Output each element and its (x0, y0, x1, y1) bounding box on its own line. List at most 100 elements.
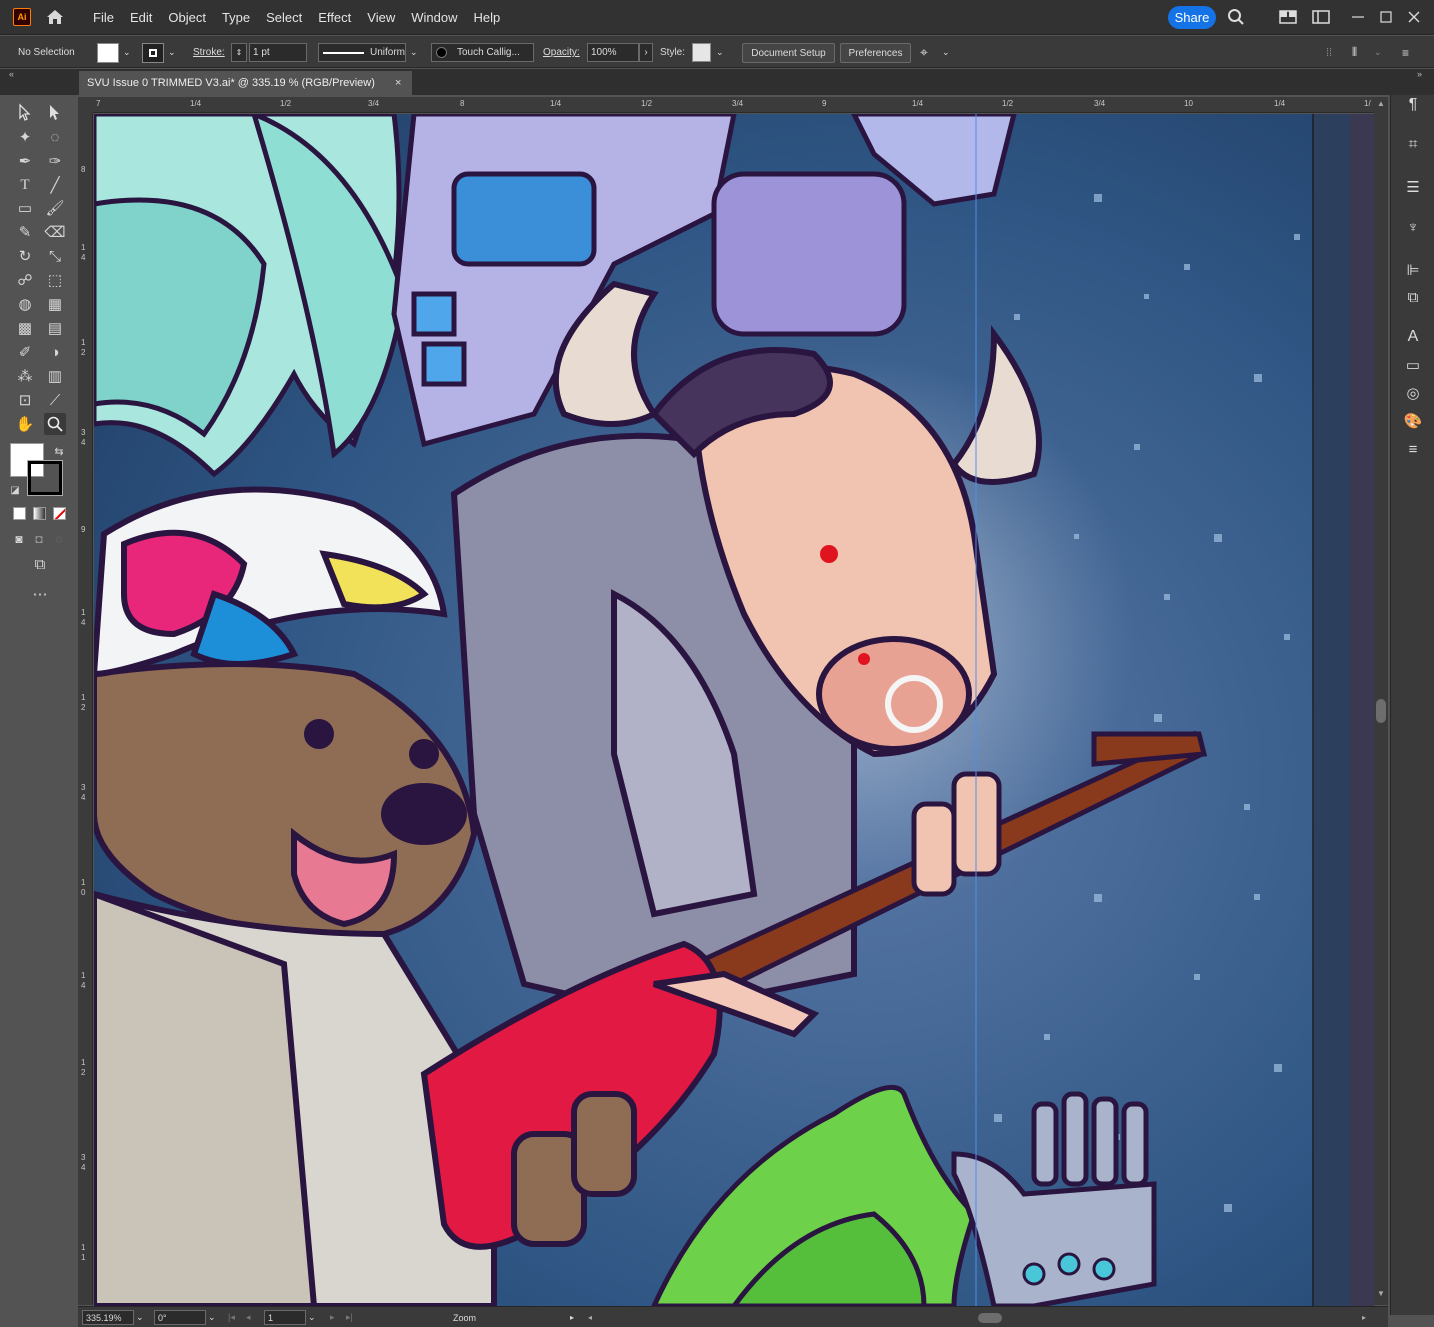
scroll-left-icon[interactable]: ◂ (588, 1310, 592, 1325)
character-icon[interactable]: A (1403, 327, 1423, 347)
vertical-ruler[interactable]: 814123491412341014123411 (78, 113, 93, 1305)
pathfinder-icon[interactable]: ⧉ (1403, 287, 1423, 307)
first-artboard-icon[interactable]: |◂ (228, 1310, 235, 1325)
menu-file[interactable]: File (85, 0, 122, 35)
scroll-down-icon[interactable]: ▼ (1377, 1289, 1385, 1298)
menu-view[interactable]: View (359, 0, 403, 35)
opacity-field[interactable]: 100% (587, 43, 639, 62)
next-artboard-icon[interactable]: ▸ (330, 1310, 335, 1325)
rotation-field[interactable]: 0° (154, 1310, 206, 1325)
chevron-down-icon[interactable]: ⌄ (942, 43, 950, 62)
horizontal-scroll-thumb[interactable] (978, 1313, 1002, 1323)
fill-swatch[interactable] (97, 43, 119, 63)
direct-selection-tool-icon[interactable] (44, 101, 66, 123)
menu-select[interactable]: Select (258, 0, 310, 35)
chevron-right-icon[interactable]: › (639, 43, 653, 62)
chevron-down-icon[interactable]: ⌄ (136, 1310, 144, 1325)
appearance-icon[interactable]: ◎ (1403, 383, 1423, 403)
stroke-label[interactable]: Stroke: (193, 43, 225, 62)
eraser-icon[interactable]: ⌫ (44, 221, 66, 243)
search-icon[interactable] (1227, 8, 1245, 26)
align-icon[interactable]: ⁞⁞ (1326, 43, 1332, 62)
arrange-icon[interactable] (1279, 8, 1297, 26)
menu-object[interactable]: Object (160, 0, 214, 35)
menu-effect[interactable]: Effect (310, 0, 359, 35)
type-tool-icon[interactable]: T (14, 174, 36, 196)
zoom-level-field[interactable]: 335.19% (82, 1310, 134, 1325)
maximize-icon[interactable] (1377, 8, 1395, 26)
vertical-scrollbar[interactable]: ▲ ▼ (1374, 97, 1388, 1305)
draw-inside-icon[interactable]: ◌ (48, 528, 70, 550)
selection-tool-icon[interactable] (14, 101, 36, 123)
slice-tool-icon[interactable]: ⟋ (44, 389, 66, 411)
more-tools-icon[interactable]: ⋯ (29, 583, 51, 605)
collapse-icon[interactable]: « (9, 69, 14, 79)
gradient-tool-icon[interactable]: ▤ (44, 317, 66, 339)
chevron-down-icon[interactable]: ⌄ (208, 1310, 216, 1325)
preferences-button[interactable]: Preferences (840, 43, 911, 63)
last-artboard-icon[interactable]: ▸| (346, 1310, 353, 1325)
stroke-stepper[interactable]: ⇕ (231, 43, 247, 62)
zoom-tool-icon[interactable] (44, 413, 66, 435)
free-transform-icon[interactable]: ⬚ (44, 269, 66, 291)
variable-width-profile[interactable]: Uniform (318, 43, 406, 62)
close-tab-icon[interactable]: × (395, 77, 401, 89)
screen-mode-icon[interactable]: ⧉ (29, 553, 51, 575)
menu-icon[interactable]: ≡ (1402, 43, 1409, 62)
graph-tool-icon[interactable]: ▥ (44, 365, 66, 387)
stroke-color-swatch[interactable] (27, 460, 63, 496)
paragraph-icon[interactable]: ¶ (1403, 95, 1423, 115)
transform-icon[interactable]: ⌖ (920, 43, 928, 62)
gradient-mode-icon[interactable] (33, 507, 46, 520)
blend-tool-icon[interactable]: ◑ (44, 341, 66, 363)
document-setup-button[interactable]: Document Setup (742, 43, 835, 63)
scroll-thumb[interactable] (1376, 699, 1386, 723)
mesh-tool-icon[interactable]: ▩ (14, 317, 36, 339)
panel-icon[interactable] (1312, 8, 1330, 26)
scale-tool-icon[interactable]: ⤡ (44, 245, 66, 267)
menu-help[interactable]: Help (465, 0, 508, 35)
color-panel-icon[interactable]: 🎨 (1403, 411, 1423, 431)
rotate-tool-icon[interactable]: ↻ (14, 245, 36, 267)
puppet-warp-icon[interactable]: ♆ (1403, 217, 1423, 237)
opacity-label[interactable]: Opacity: (543, 43, 580, 62)
paintbrush-icon[interactable]: 🖌 (44, 197, 66, 219)
menu-window[interactable]: Window (403, 0, 465, 35)
ruler-origin[interactable] (78, 97, 93, 113)
layers-icon[interactable]: ≡ (1403, 439, 1423, 459)
chevron-down-icon[interactable]: ⌄ (410, 43, 418, 62)
document-tab[interactable]: SVU Issue 0 TRIMMED V3.ai* @ 335.19 % (R… (79, 71, 412, 95)
close-icon[interactable] (1405, 8, 1423, 26)
shape-builder-icon[interactable]: ◍ (14, 293, 36, 315)
shaper-tool-icon[interactable]: ✎ (14, 221, 36, 243)
magic-wand-icon[interactable]: ✦ (14, 126, 36, 148)
pen-tool-icon[interactable]: ✒ (14, 150, 36, 172)
minimize-icon[interactable] (1349, 8, 1367, 26)
scroll-up-icon[interactable]: ▲ (1377, 99, 1385, 108)
scroll-right-icon[interactable]: ▸ (1362, 1310, 1366, 1325)
chevron-down-icon[interactable]: ⌄ (716, 43, 724, 62)
chevron-down-icon[interactable]: ⌄ (308, 1310, 316, 1325)
previous-artboard-icon[interactable]: ◂ (246, 1310, 251, 1325)
collapse-icon[interactable]: » (1417, 69, 1422, 79)
perspective-grid-icon[interactable]: ▦ (44, 293, 66, 315)
align-panel-icon[interactable]: ⊫ (1403, 260, 1423, 280)
chevron-down-icon[interactable]: ⌄ (1374, 43, 1382, 62)
home-icon[interactable] (45, 7, 65, 27)
hand-tool-icon[interactable]: ✋ (14, 413, 36, 435)
warp-tool-icon[interactable]: ☍ (14, 269, 36, 291)
swap-colors-icon[interactable]: ⇆ (48, 440, 70, 462)
curvature-tool-icon[interactable]: ✑ (44, 150, 66, 172)
menu-type[interactable]: Type (214, 0, 258, 35)
distribute-icon[interactable]: ⫴ (1352, 43, 1357, 62)
color-mode-icon[interactable] (13, 507, 26, 520)
share-button[interactable]: Share (1168, 6, 1216, 29)
stroke-weight-field[interactable]: 1 pt (249, 43, 307, 62)
rectangle-tool-icon[interactable]: ▭ (14, 197, 36, 219)
draw-normal-icon[interactable]: ◙ (8, 528, 30, 550)
chevron-down-icon[interactable]: ⌄ (123, 43, 131, 62)
status-menu-icon[interactable]: ▸ (570, 1310, 574, 1325)
line-tool-icon[interactable]: ╱ (44, 174, 66, 196)
default-colors-icon[interactable]: ◪ (4, 479, 26, 501)
properties-icon[interactable]: ☰ (1403, 177, 1423, 197)
